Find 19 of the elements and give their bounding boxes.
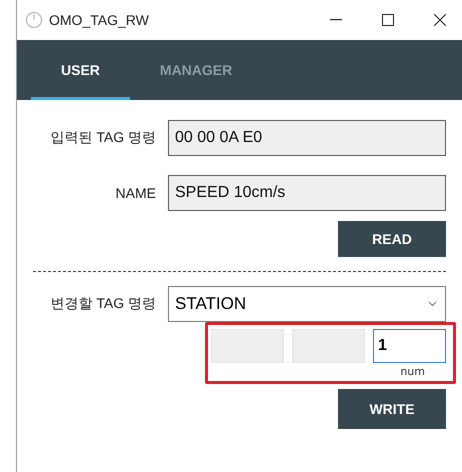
text-field[interactable]: 00 00 0A E0	[168, 120, 446, 156]
window-title: OMO_TAG_RW	[49, 12, 150, 28]
text-field[interactable]: SPEED 10cm/s	[168, 175, 446, 211]
field-label: 입력된 TAG 명령	[49, 129, 157, 147]
write-button[interactable]: WRITE	[338, 389, 446, 429]
input-field[interactable]	[211, 329, 284, 363]
dropdown[interactable]: STATION	[168, 286, 446, 322]
tab[interactable]: USER	[31, 40, 130, 100]
app-icon	[25, 11, 43, 29]
read-button[interactable]: READ	[338, 221, 446, 257]
input-field[interactable]: 1	[373, 329, 446, 363]
minimize-icon	[330, 19, 342, 21]
num-caption: num	[400, 364, 425, 380]
field-label: 변경할 TAG 명령	[49, 295, 157, 313]
close-icon	[434, 14, 446, 26]
field-label: NAME	[114, 185, 157, 201]
input-field[interactable]	[292, 329, 365, 363]
chevron-down-icon	[428, 301, 437, 307]
maximize-icon	[382, 14, 394, 26]
